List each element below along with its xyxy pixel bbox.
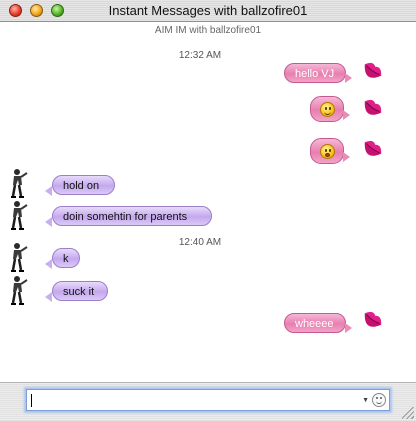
my-message-bubble: wheeee bbox=[284, 313, 346, 333]
message-text: suck it bbox=[63, 286, 95, 298]
title-bar[interactable]: Instant Messages with ballzofire01 bbox=[0, 0, 416, 22]
emoticon-picker-icon[interactable] bbox=[372, 393, 386, 407]
timestamp: 12:32 AM bbox=[178, 50, 222, 61]
my-emoticon-bubble bbox=[310, 138, 344, 164]
bubble-tail bbox=[45, 186, 52, 196]
my-emoticon-bubble bbox=[310, 96, 344, 122]
bubble-tail bbox=[343, 152, 350, 162]
message-text: doin somehtin for parents bbox=[63, 211, 188, 223]
kiss-emoticon-icon bbox=[320, 144, 335, 159]
bubble-tail bbox=[343, 110, 350, 120]
bubble-tail bbox=[345, 323, 352, 333]
resize-grip-icon[interactable] bbox=[402, 407, 414, 419]
buddy-message-bubble: k bbox=[52, 248, 80, 268]
my-message-bubble: hello VJ bbox=[284, 63, 346, 83]
message-text: hello VJ bbox=[295, 68, 335, 80]
message-input[interactable]: ▼ bbox=[26, 389, 390, 411]
transcript-scrollbar[interactable] bbox=[402, 40, 416, 382]
buddy-message-bubble: hold on bbox=[52, 175, 115, 195]
message-text: hold on bbox=[63, 180, 100, 192]
timestamp: 12:40 AM bbox=[178, 237, 222, 248]
text-caret bbox=[31, 394, 32, 407]
my-buddy-icon-lips bbox=[364, 99, 382, 115]
compose-area: ▼ bbox=[0, 382, 416, 421]
bubble-tail bbox=[45, 292, 52, 302]
buddy-icon-figure bbox=[11, 276, 28, 305]
bubble-tail bbox=[345, 73, 352, 83]
my-buddy-icon-lips bbox=[364, 62, 382, 78]
buddy-icon-figure bbox=[11, 201, 28, 230]
message-text: k bbox=[63, 253, 69, 265]
chevron-down-icon[interactable]: ▼ bbox=[362, 397, 369, 404]
window-title: Instant Messages with ballzofire01 bbox=[108, 3, 308, 18]
bubble-tail bbox=[45, 259, 52, 269]
buddy-icon-figure bbox=[11, 243, 28, 272]
buddy-icon-figure bbox=[11, 169, 28, 198]
my-buddy-icon-lips bbox=[364, 311, 382, 327]
im-window: Instant Messages with ballzofire01 AIM I… bbox=[0, 0, 416, 421]
message-text: wheeee bbox=[295, 318, 334, 330]
my-buddy-icon-lips bbox=[364, 140, 382, 156]
message-transcript[interactable]: 12:32 AM hello VJ hold on doin somehtin … bbox=[0, 40, 400, 382]
smile-emoticon-icon bbox=[320, 102, 335, 117]
buddy-message-bubble: suck it bbox=[52, 281, 108, 301]
bubble-tail bbox=[45, 217, 52, 227]
conversation-subtitle: AIM IM with ballzofire01 bbox=[154, 25, 262, 36]
buddy-message-bubble: doin somehtin for parents bbox=[52, 206, 212, 226]
